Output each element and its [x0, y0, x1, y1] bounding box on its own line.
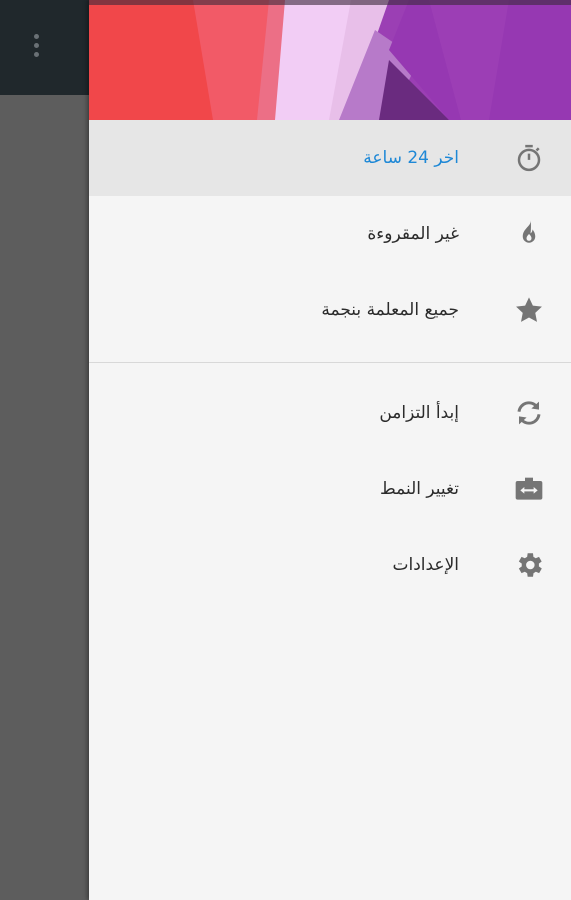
menu-item-unread[interactable]: غير المقروءة — [89, 196, 571, 272]
navigation-drawer: اخر 24 ساعة غير المقروءة جميع المعلمة بن… — [89, 0, 571, 900]
menu-item-label: جميع المعلمة بنجمة — [321, 300, 459, 320]
menu-item-last-24-hours[interactable]: اخر 24 ساعة — [89, 120, 571, 196]
switch-layout-icon — [513, 473, 545, 505]
menu-divider — [89, 362, 571, 363]
menu-item-start-sync[interactable]: إبدأ التزامن — [89, 375, 571, 451]
drawer-menu: اخر 24 ساعة غير المقروءة جميع المعلمة بن… — [89, 120, 571, 603]
overflow-menu-icon[interactable] — [26, 34, 46, 64]
drawer-header-image — [89, 0, 571, 120]
timer-icon — [513, 142, 545, 174]
menu-item-label: اخر 24 ساعة — [363, 148, 459, 168]
menu-item-label: غير المقروءة — [367, 224, 459, 244]
menu-item-change-layout[interactable]: تغيير النمط — [89, 451, 571, 527]
menu-item-label: الإعدادات — [392, 555, 459, 575]
sync-icon — [513, 397, 545, 429]
flame-icon — [513, 218, 545, 250]
menu-item-starred[interactable]: جميع المعلمة بنجمة — [89, 272, 571, 348]
menu-item-label: تغيير النمط — [380, 479, 459, 499]
menu-item-label: إبدأ التزامن — [379, 403, 459, 423]
menu-item-settings[interactable]: الإعدادات — [89, 527, 571, 603]
gear-icon — [513, 549, 545, 581]
star-icon — [513, 294, 545, 326]
